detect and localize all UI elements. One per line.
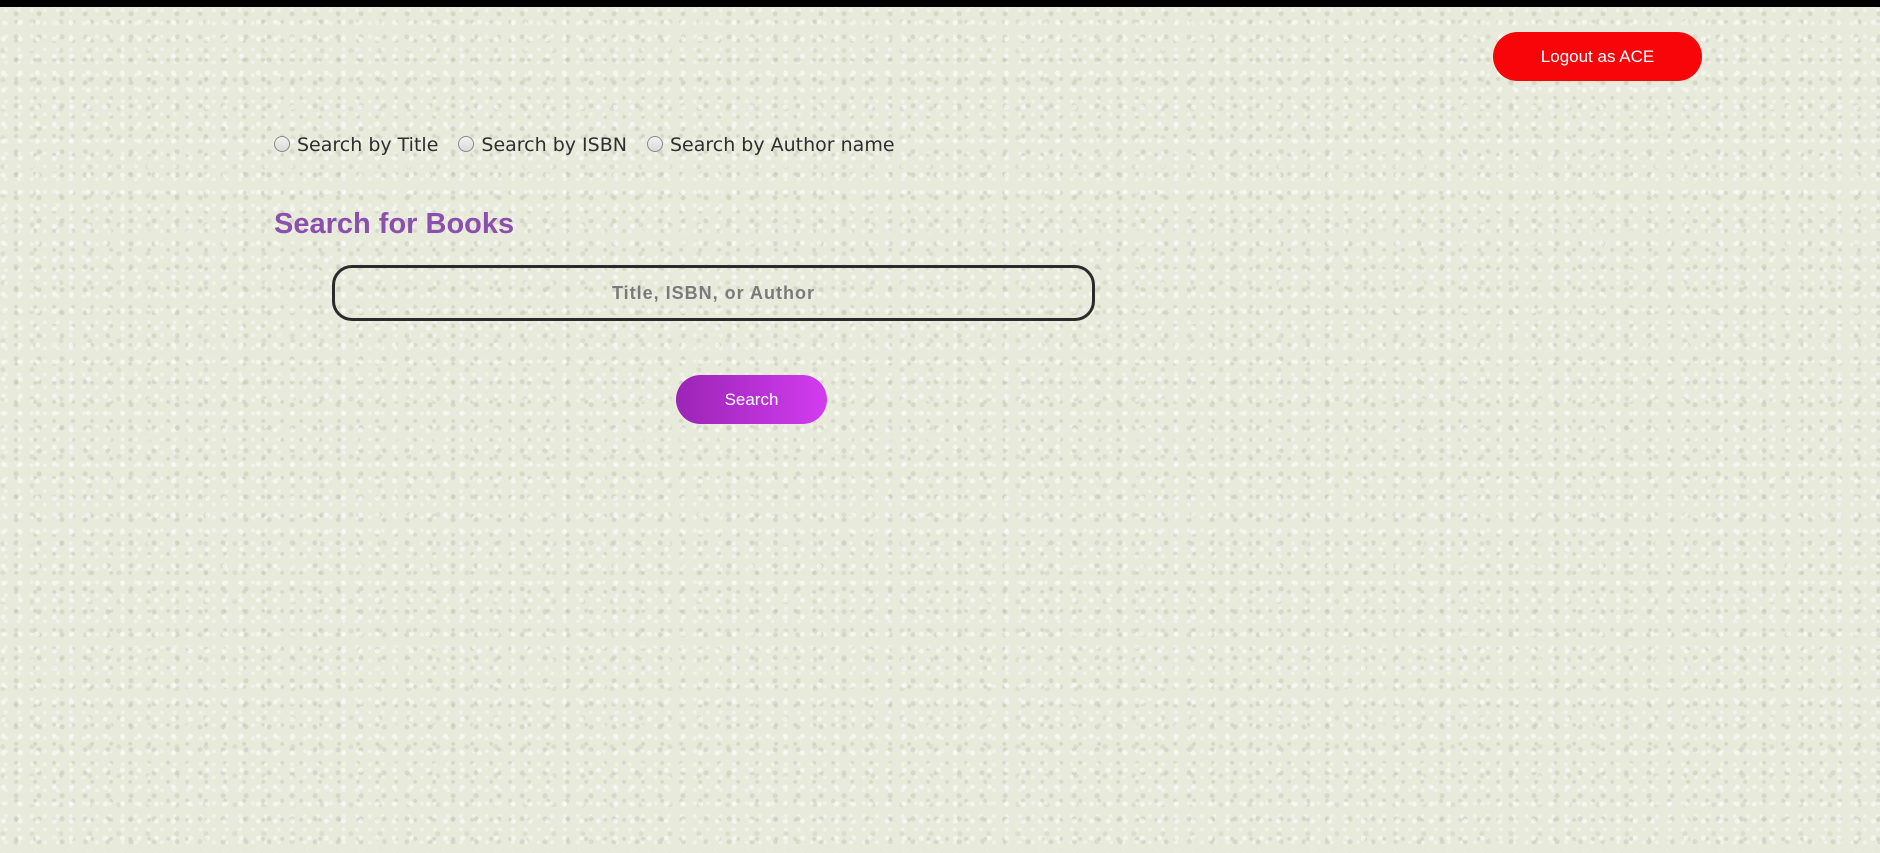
radio-label: Search by ISBN — [481, 134, 627, 156]
top-bar — [0, 0, 1880, 7]
search-type-radio-group: Search by Title Search by ISBN Search by… — [274, 134, 915, 156]
search-input-container — [332, 265, 1095, 321]
radio-button[interactable] — [458, 136, 475, 152]
radio-button[interactable] — [646, 136, 663, 152]
radio-search-by-author[interactable]: Search by Author name — [646, 134, 895, 156]
search-button[interactable]: Search — [676, 375, 827, 424]
logout-button[interactable]: Logout as ACE — [1493, 32, 1702, 81]
radio-search-by-isbn[interactable]: Search by ISBN — [458, 134, 627, 156]
radio-label: Search by Title — [297, 134, 439, 156]
search-input[interactable] — [335, 267, 1092, 319]
page-title: Search for Books — [274, 208, 515, 240]
radio-label: Search by Author name — [669, 134, 895, 156]
radio-search-by-title[interactable]: Search by Title — [274, 134, 438, 156]
radio-button[interactable] — [274, 136, 290, 152]
